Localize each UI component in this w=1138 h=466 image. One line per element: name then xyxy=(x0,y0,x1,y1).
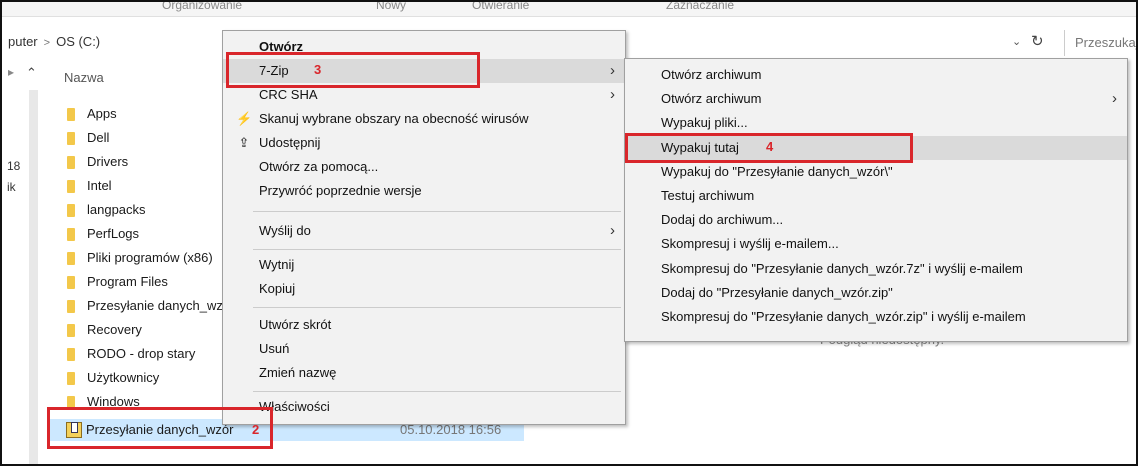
menu-separator xyxy=(253,211,621,212)
ribbon-groups: Organizowanie Nowy Otwieranie Zaznaczani… xyxy=(2,2,1136,17)
chevron-right-icon: › xyxy=(610,86,615,103)
submenu-item-extract-to[interactable]: Wypakuj do "Przesyłanie danych_wzór\" xyxy=(625,160,1127,184)
submenu-item-add-to-zip[interactable]: Dodaj do "Przesyłanie danych_wzór.zip" xyxy=(625,281,1127,305)
refresh-icon[interactable]: ↻ xyxy=(1031,32,1044,50)
folder-icon xyxy=(67,108,75,121)
menu-item-cut[interactable]: Wytnij xyxy=(223,253,625,277)
submenu-item-compress-zip-email[interactable]: Skompresuj do "Przesyłanie danych_wzór.z… xyxy=(625,305,1127,329)
menu-item-copy[interactable]: Kopiuj xyxy=(223,277,625,301)
chevron-right-icon: › xyxy=(610,62,615,79)
submenu-item-compress-email[interactable]: Skompresuj i wyślij e-mailem... xyxy=(625,232,1127,256)
folder-icon xyxy=(67,228,75,241)
chevron-right-icon: › xyxy=(610,222,615,239)
menu-item-share[interactable]: ⇪ Udostępnij xyxy=(223,131,625,155)
breadcrumb[interactable]: puter > OS (C:) xyxy=(8,34,100,49)
breadcrumb-drive[interactable]: OS (C:) xyxy=(56,34,100,49)
annotation-box-2 xyxy=(47,407,273,449)
submenu-item-add-to-archive[interactable]: Dodaj do archiwum... xyxy=(625,208,1127,232)
menu-separator xyxy=(253,249,621,250)
submenu-item-open-archive[interactable]: Otwórz archiwum xyxy=(625,63,1127,87)
folder-icon xyxy=(67,180,75,193)
folder-icon xyxy=(67,204,75,217)
navigation-pane: ▸ ⌃ 18 ik xyxy=(2,62,38,464)
folder-icon xyxy=(67,276,75,289)
menu-item-rename[interactable]: Zmień nazwę xyxy=(223,361,625,385)
menu-item-create-shortcut[interactable]: Utwórz skrót xyxy=(223,313,625,337)
folder-icon xyxy=(67,348,75,361)
submenu-item-test-archive[interactable]: Testuj archiwum xyxy=(625,184,1127,208)
context-menu: Otwórz 7-Zip › CRC SHA › ⚡ Skanuj wybrane o… xyxy=(222,30,626,425)
menu-separator xyxy=(253,391,621,392)
folder-icon xyxy=(67,372,75,385)
chevron-right-icon: > xyxy=(43,37,51,49)
ribbon-group-new: Nowy xyxy=(376,2,407,12)
nav-scrollbar[interactable] xyxy=(29,90,38,464)
column-header-name[interactable]: Nazwa xyxy=(64,70,104,85)
submenu-item-open-archive-more[interactable]: Otwórz archiwum › xyxy=(625,87,1127,111)
menu-item-open-with[interactable]: Otwórz za pomocą... xyxy=(223,155,625,179)
folder-icon xyxy=(67,252,75,265)
annotation-number-4: 4 xyxy=(766,139,774,154)
submenu-item-extract-files[interactable]: Wypakuj pliki... xyxy=(625,111,1127,135)
folder-icon xyxy=(67,132,75,145)
menu-item-properties[interactable]: Właściwości xyxy=(223,395,625,419)
ribbon-group-open: Otwieranie xyxy=(472,2,530,12)
menu-item-restore-versions[interactable]: Przywróć poprzednie wersje xyxy=(223,179,625,203)
menu-item-scan[interactable]: ⚡ Skanuj wybrane obszary na obecność wiru… xyxy=(223,107,625,131)
nav-marker-icon: ▸ xyxy=(8,65,15,79)
menu-separator xyxy=(253,307,621,308)
annotation-number-2: 2 xyxy=(252,422,260,437)
annotation-box-3 xyxy=(226,52,480,88)
nav-text-fragment: 18 xyxy=(7,159,21,173)
chevron-right-icon: › xyxy=(1112,90,1117,107)
submenu-item-compress-7z-email[interactable]: Skompresuj do "Przesyłanie danych_wzór.7… xyxy=(625,257,1127,281)
nav-text-fragment: ik xyxy=(7,180,16,194)
breadcrumb-computer[interactable]: puter xyxy=(8,34,38,49)
search-input[interactable]: Przeszukaj xyxy=(1064,30,1136,56)
submenu-7zip: Otwórz archiwum Otwórz archiwum › Wypakuj… xyxy=(624,58,1128,342)
share-icon: ⇪ xyxy=(238,135,250,150)
folder-icon xyxy=(67,156,75,169)
antivirus-icon: ⚡ xyxy=(236,111,253,126)
ribbon-group-organize: Organizowanie xyxy=(162,2,243,12)
collapse-arrow-icon[interactable]: ⌃ xyxy=(26,65,37,81)
chevron-down-icon[interactable]: ⌄ xyxy=(1012,35,1021,48)
annotation-number-3: 3 xyxy=(314,62,322,77)
menu-item-send-to[interactable]: Wyślij do › xyxy=(223,219,625,243)
explorer-window: Organizowanie Nowy Otwieranie Zaznaczani… xyxy=(0,0,1138,466)
ribbon-group-select: Zaznaczanie xyxy=(666,2,735,12)
menu-item-delete[interactable]: Usuń xyxy=(223,337,625,361)
folder-icon xyxy=(67,300,75,313)
folder-icon xyxy=(67,324,75,337)
